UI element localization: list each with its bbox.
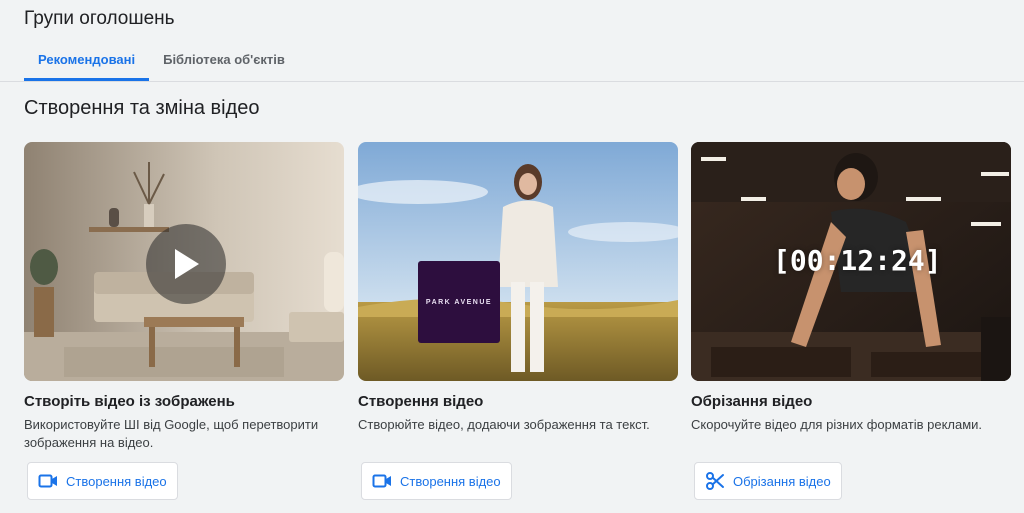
card-trim-video: [00:12:24] Обрізання відео Скорочуйте ві…	[691, 142, 1011, 500]
scissors-icon	[705, 471, 725, 491]
tab-asset-library[interactable]: Бібліотека об'єктів	[149, 44, 299, 81]
card-create-video: PARK AVENUE Створення відео Створюйте ві…	[358, 142, 678, 500]
card-description: Створюйте відео, додаючи зображення та т…	[358, 417, 650, 432]
trim-video-button[interactable]: Обрізання відео	[694, 462, 842, 500]
trim-video-button-label: Обрізання відео	[733, 473, 831, 489]
thumbnail-workout[interactable]: [00:12:24]	[691, 142, 1011, 381]
thumbnail-woman-field[interactable]: PARK AVENUE	[358, 142, 678, 381]
card-create-video-from-images: Створіть відео із зображень Використовуй…	[24, 142, 344, 500]
card-title: Обрізання відео	[691, 393, 813, 410]
park-avenue-logo: PARK AVENUE	[418, 261, 500, 343]
card-description: Скорочуйте відео для різних форматів рек…	[691, 417, 983, 432]
create-video-button-label: Створення відео	[66, 473, 167, 489]
tabs-divider	[0, 81, 1024, 82]
tab-recommended[interactable]: Рекомендовані	[24, 44, 150, 81]
play-icon	[175, 249, 199, 279]
section-title: Створення та зміна відео	[24, 97, 260, 119]
videocam-icon	[38, 471, 58, 491]
create-video-button[interactable]: Створення відео	[27, 462, 178, 500]
card-title: Створення відео	[358, 393, 484, 410]
thumbnail-living-room[interactable]	[24, 142, 344, 381]
card-description: Використовуйте ШІ від Google, щоб перетв…	[24, 417, 319, 450]
card-title: Створіть відео із зображень	[24, 393, 235, 410]
page-title: Групи оголошень	[24, 8, 175, 29]
play-button[interactable]	[146, 224, 226, 304]
woman-field-image	[358, 142, 678, 381]
create-video-button[interactable]: Створення відео	[361, 462, 512, 500]
videocam-icon	[372, 471, 392, 491]
tab-bar: Рекомендовані Бібліотека об'єктів	[24, 44, 299, 81]
create-video-button-label: Створення відео	[400, 473, 501, 489]
video-timer: [00:12:24]	[773, 244, 942, 277]
